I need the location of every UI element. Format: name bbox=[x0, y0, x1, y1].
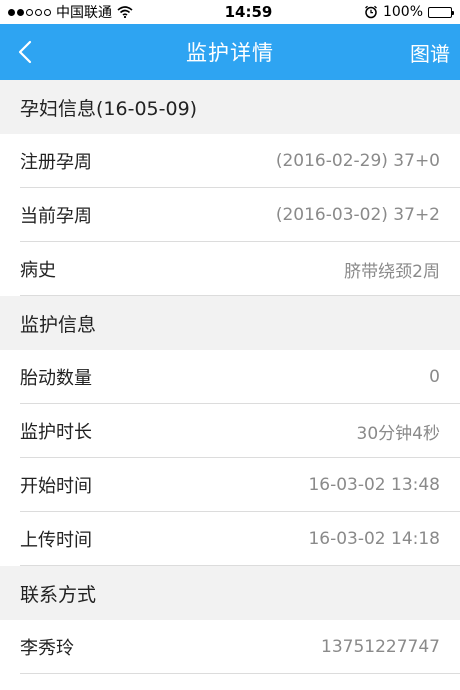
row-value: 16-03-02 13:48 bbox=[308, 475, 440, 495]
chart-button[interactable]: 图谱 bbox=[410, 38, 450, 67]
section-header: 监护信息 bbox=[0, 296, 460, 350]
section-header: 孕妇信息(16-05-09) bbox=[0, 80, 460, 134]
row-monitor-duration: 监护时长 30分钟4秒 bbox=[0, 404, 460, 458]
row-medical-history: 病史 脐带绕颈2周 bbox=[0, 242, 460, 296]
row-value: 16-03-02 14:18 bbox=[308, 529, 440, 549]
nav-bar: 监护详情 图谱 bbox=[0, 24, 460, 80]
row-label: 病史 bbox=[20, 260, 56, 281]
row-upload-time: 上传时间 16-03-02 14:18 bbox=[0, 512, 460, 566]
signal-strength-icon bbox=[8, 8, 51, 16]
row-value: 30分钟4秒 bbox=[356, 423, 440, 444]
row-label: 监护时长 bbox=[20, 422, 92, 443]
row-label: 上传时间 bbox=[20, 530, 92, 551]
section-monitor-info: 监护信息 胎动数量 0 监护时长 30分钟4秒 开始时间 16-03-02 13… bbox=[0, 296, 460, 566]
row-value: 0 bbox=[429, 367, 440, 387]
status-bar-right: 100% bbox=[364, 4, 454, 20]
section-header: 联系方式 bbox=[0, 566, 460, 620]
battery-icon bbox=[428, 6, 454, 18]
row-value: 脐带绕颈2周 bbox=[344, 261, 440, 282]
section-contact: 联系方式 李秀玲 13751227747 bbox=[0, 566, 460, 674]
alarm-clock-icon bbox=[365, 5, 377, 19]
row-label: 当前孕周 bbox=[20, 206, 92, 227]
section-pregnancy-info: 孕妇信息(16-05-09) 注册孕周 (2016-02-29) 37+0 当前… bbox=[0, 80, 460, 296]
chevron-left-icon bbox=[18, 40, 32, 64]
page-title: 监护详情 bbox=[186, 41, 274, 65]
status-time: 14:59 bbox=[224, 3, 273, 21]
row-value: (2016-02-29) 37+0 bbox=[275, 151, 440, 171]
wifi-icon bbox=[117, 6, 133, 18]
status-bar: 中国联通 14:59 100% bbox=[0, 0, 460, 24]
back-button[interactable] bbox=[18, 38, 44, 66]
carrier-name: 中国联通 bbox=[56, 5, 112, 21]
row-value: (2016-03-02) 37+2 bbox=[275, 205, 440, 225]
row-contact[interactable]: 李秀玲 13751227747 bbox=[0, 620, 460, 674]
row-label: 开始时间 bbox=[20, 476, 92, 497]
row-label: 胎动数量 bbox=[20, 368, 92, 389]
battery-percent: 100% bbox=[382, 4, 423, 20]
row-fetal-movement: 胎动数量 0 bbox=[0, 350, 460, 404]
row-start-time: 开始时间 16-03-02 13:48 bbox=[0, 458, 460, 512]
contact-phone[interactable]: 13751227747 bbox=[321, 637, 440, 657]
status-bar-left: 中国联通 bbox=[8, 2, 133, 22]
contact-name: 李秀玲 bbox=[20, 638, 74, 659]
row-label: 注册孕周 bbox=[20, 152, 92, 173]
row-current-week: 当前孕周 (2016-03-02) 37+2 bbox=[0, 188, 460, 242]
row-registered-week: 注册孕周 (2016-02-29) 37+0 bbox=[0, 134, 460, 188]
